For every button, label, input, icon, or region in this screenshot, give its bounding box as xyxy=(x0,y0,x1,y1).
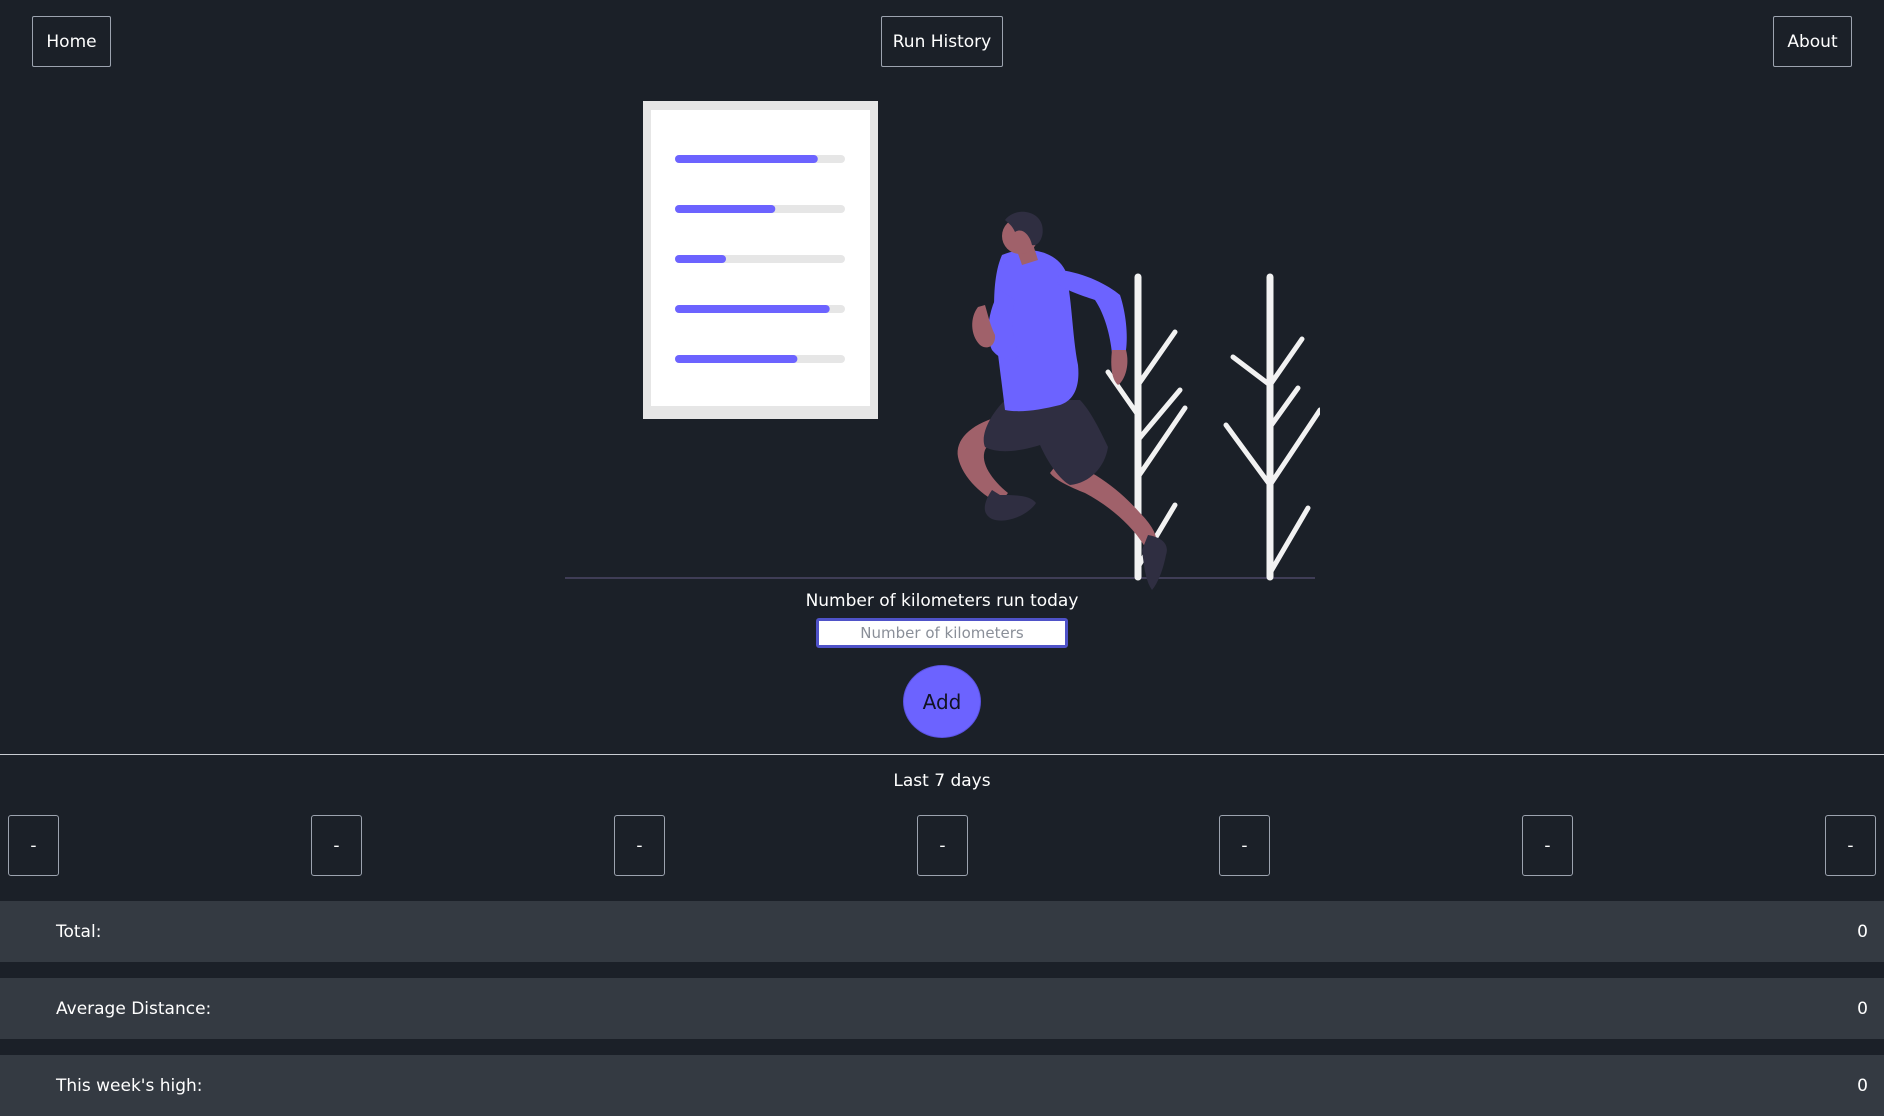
day-box: - xyxy=(8,815,59,876)
top-nav: Home Run History About xyxy=(0,16,1884,69)
weekly-high-value: 0 xyxy=(1857,1075,1868,1096)
home-button[interactable]: Home xyxy=(32,16,111,67)
weekly-high-row: This week's high: 0 xyxy=(0,1055,1884,1116)
plant-right-icon xyxy=(1223,273,1320,581)
checklist-bar-fill xyxy=(675,305,830,313)
checklist-bar-fill xyxy=(675,155,818,163)
weekly-high-label: This week's high: xyxy=(56,1075,203,1096)
km-input-label: Number of kilometers run today xyxy=(805,591,1079,611)
average-distance-value: 0 xyxy=(1857,998,1868,1019)
day-box: - xyxy=(1825,815,1876,876)
about-button[interactable]: About xyxy=(1773,16,1852,67)
day-box: - xyxy=(311,815,362,876)
average-distance-label: Average Distance: xyxy=(56,998,212,1019)
checklist-bar-fill xyxy=(675,255,726,263)
checklist-bar-fill xyxy=(675,205,776,213)
run-history-button[interactable]: Run History xyxy=(881,16,1003,67)
day-box: - xyxy=(1522,815,1573,876)
total-value: 0 xyxy=(1857,921,1868,942)
day-box: - xyxy=(1219,815,1270,876)
average-distance-row: Average Distance: 0 xyxy=(0,978,1884,1039)
total-row: Total: 0 xyxy=(0,901,1884,962)
day-box: - xyxy=(614,815,665,876)
add-button[interactable]: Add xyxy=(903,665,981,738)
day-box: - xyxy=(917,815,968,876)
section-divider xyxy=(0,754,1884,755)
runner-illustration xyxy=(565,101,1320,590)
total-label: Total: xyxy=(56,921,102,942)
last-7-days-title: Last 7 days xyxy=(893,771,991,791)
checklist-document xyxy=(643,101,878,419)
km-input[interactable] xyxy=(816,618,1068,648)
checklist-bar-fill xyxy=(675,355,798,363)
